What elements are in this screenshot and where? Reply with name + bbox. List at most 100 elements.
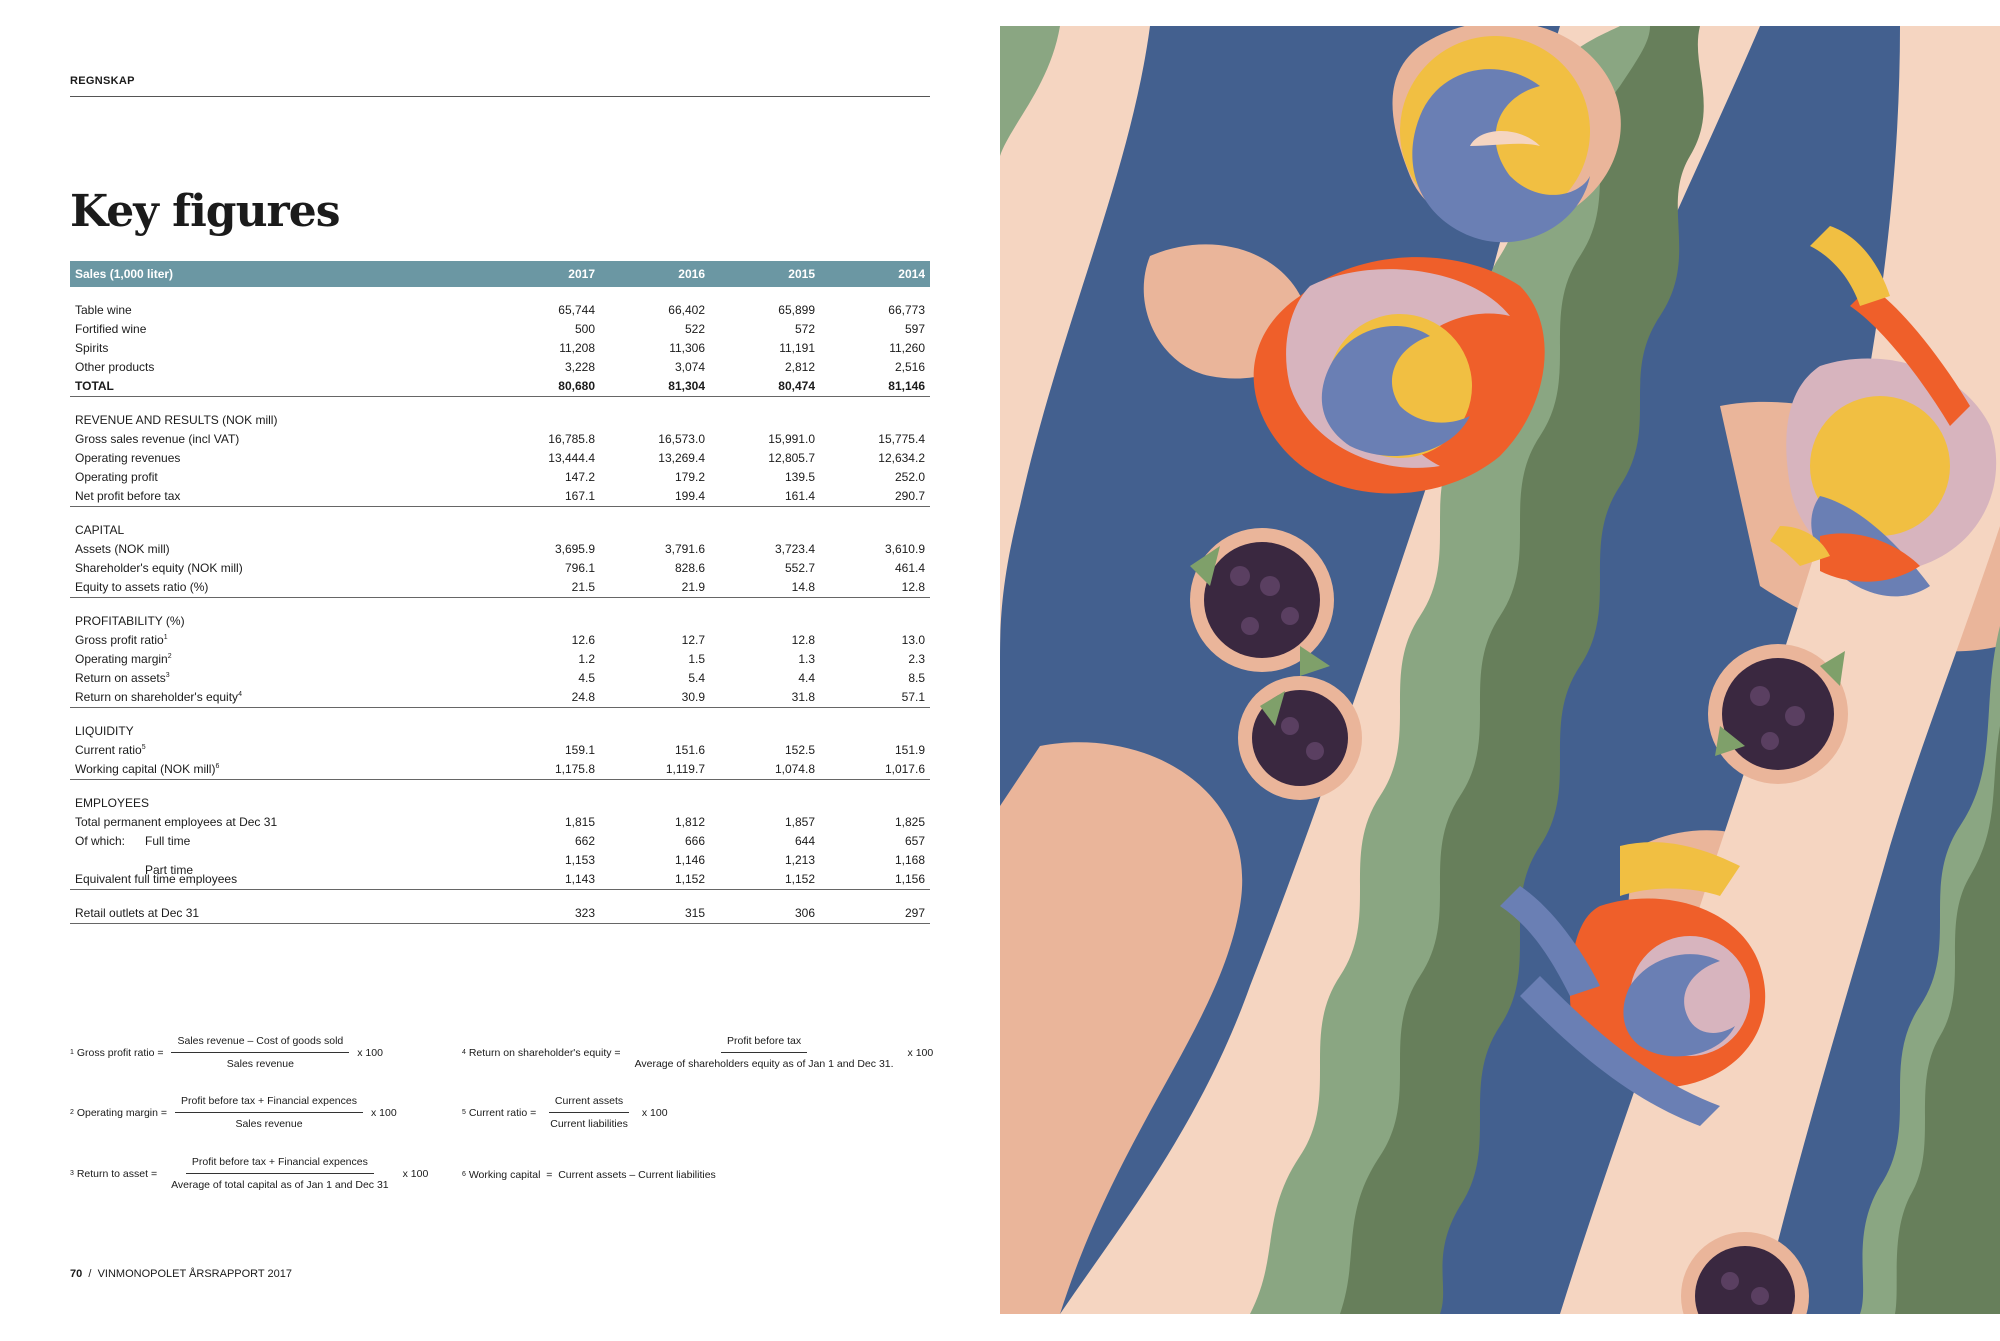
header-label: Sales (1,000 liter) xyxy=(70,261,490,287)
cell-value: 66,773 xyxy=(888,303,925,317)
cell-value: 2.3 xyxy=(908,652,925,666)
fraction: Sales revenue – Cost of goods sold Sales … xyxy=(171,1035,350,1070)
row-label-text: Of which: xyxy=(75,834,126,848)
cell-value: 3,074 xyxy=(674,360,705,374)
cell-value: 12.6 xyxy=(571,633,595,647)
cell-value: 252.0 xyxy=(894,470,925,484)
cell-value: 1,017.6 xyxy=(820,760,930,780)
row-label-text: Other products xyxy=(75,360,155,374)
cell-value: 21.5 xyxy=(490,578,600,598)
page-number: 70 xyxy=(70,1268,83,1280)
row-label-text: Table wine xyxy=(75,303,132,317)
cell-value: 3,723.4 xyxy=(774,542,815,556)
table-row: Return on shareholder's equity4 24.8 30.9 3… xyxy=(70,688,930,708)
cell-value: 4.4 xyxy=(798,671,815,685)
table-row: Net profit before tax 167.1 199.4 161.4 290.… xyxy=(70,487,930,507)
header-year: 2015 xyxy=(710,261,820,287)
grape-bowl-icon xyxy=(1708,644,1848,784)
cell-value: 1.2 xyxy=(578,652,595,666)
cell-value: 1,152 xyxy=(710,870,820,890)
illustration-svg xyxy=(1000,26,2000,1314)
row-label: Assets (NOK mill) xyxy=(70,540,490,559)
cell-value: 5.4 xyxy=(688,671,705,685)
cell-value: 4.5 xyxy=(578,671,595,685)
cell-value: 662 xyxy=(574,834,595,848)
left-page: REGNSKAP Key figures Sales (1,000 liter)… xyxy=(0,0,1000,1341)
numerator: Profit before tax + Financial expences xyxy=(175,1095,363,1113)
row-label-text: Operating revenues xyxy=(75,451,181,465)
table-row: Total permanent employees at Dec 31 1,815… xyxy=(70,813,930,832)
cell-value: 3,610.9 xyxy=(884,542,925,556)
row-sublabel: Part time xyxy=(145,862,194,877)
row-label: Table wine xyxy=(70,301,490,320)
row-label-text: TOTAL xyxy=(75,379,114,393)
table-row: Gross sales revenue (incl VAT) 16,785.8 16… xyxy=(70,430,930,449)
row-label: Gross sales revenue (incl VAT) xyxy=(70,430,490,449)
footnote-2: 2 Operating margin = Profit before tax +… xyxy=(70,1095,397,1130)
cell-value: 147.2 xyxy=(564,470,595,484)
section-heading-row: REVENUE AND RESULTS (NOK mill) xyxy=(70,411,930,430)
table-row: Gross profit ratio1 12.6 12.7 12.8 13.0 xyxy=(70,631,930,650)
cell-value: 14.8 xyxy=(710,578,820,598)
table-row: Operating revenues 13,444.4 13,269.4 12,805… xyxy=(70,449,930,468)
denominator: Current liabilities xyxy=(550,1118,628,1130)
cell-value: 11,208 xyxy=(559,341,595,355)
cell-value: 1,857 xyxy=(784,815,815,829)
cell-value: 12.8 xyxy=(791,633,815,647)
spacer-row xyxy=(70,397,930,412)
cell-value: 21.9 xyxy=(600,578,710,598)
cell-value: 1.5 xyxy=(688,652,705,666)
page-footer: 70 / VINMONOPOLET ÅRSRAPPORT 2017 xyxy=(70,1268,292,1280)
header-year: 2014 xyxy=(820,261,930,287)
spacer-row xyxy=(70,890,930,905)
row-label: Of which: Full time xyxy=(70,832,490,851)
cell-value: 572 xyxy=(794,322,815,336)
cell-value: 1,168 xyxy=(894,853,925,867)
spacer-row xyxy=(70,507,930,522)
formula-label: Gross profit ratio = xyxy=(76,1046,164,1059)
cell-value: 13.0 xyxy=(901,633,925,647)
formula-label: Return on shareholder's equity = xyxy=(468,1046,621,1059)
row-label: Fortified wine xyxy=(70,320,490,339)
cell-value: 16,573.0 xyxy=(658,432,705,446)
row-label-text: Operating profit xyxy=(75,470,158,484)
row-label: Other products xyxy=(70,358,490,377)
fraction: Profit before tax + Financial expences Av… xyxy=(165,1156,395,1191)
row-label: Return on shareholder's equity4 xyxy=(70,688,490,708)
cell-value: 24.8 xyxy=(490,688,600,708)
cell-value: 315 xyxy=(600,904,710,924)
table-header: Sales (1,000 liter) 2017 2016 2015 2014 xyxy=(70,261,930,287)
row-label: Gross profit ratio1 xyxy=(70,631,490,650)
numerator: Profit before tax xyxy=(720,1035,808,1053)
cell-value: 12.8 xyxy=(820,578,930,598)
spacer-cell xyxy=(70,780,930,795)
row-label-text: Gross sales revenue (incl VAT) xyxy=(75,432,240,446)
cell-value: 1,119.7 xyxy=(600,760,710,780)
table-row: Operating margin2 1.2 1.5 1.3 2.3 xyxy=(70,650,930,669)
cell-value: 11,191 xyxy=(779,341,815,355)
row-label-text: Total permanent employees at Dec 31 xyxy=(75,815,278,829)
cell-value: 1,825 xyxy=(894,815,925,829)
table-row: Equity to assets ratio (%) 21.5 21.9 14.8 12… xyxy=(70,578,930,598)
table-row: Fortified wine 500 522 572 597 xyxy=(70,320,930,339)
numerator: Profit before tax + Financial expences xyxy=(185,1156,374,1174)
row-label: Equivalent full time employees xyxy=(70,870,490,890)
cell-value: 15,775.4 xyxy=(878,432,925,446)
numerator: Sales revenue – Cost of goods sold xyxy=(171,1035,350,1053)
cell-value: 657 xyxy=(904,834,925,848)
row-label: Operating revenues xyxy=(70,449,490,468)
table-row: Return on assets3 4.5 5.4 4.4 8.5 xyxy=(70,669,930,688)
cell-value: 81,146 xyxy=(820,377,930,397)
footnote-3: 3 Return to asset = Profit before tax + … xyxy=(70,1156,429,1191)
footnote-1: 1 Gross profit ratio = Sales revenue – C… xyxy=(70,1035,383,1070)
cell-value: 644 xyxy=(794,834,815,848)
row-label: Current ratio5 xyxy=(70,741,490,760)
section-heading: REVENUE AND RESULTS (NOK mill) xyxy=(75,413,278,427)
cell-value: 66,402 xyxy=(668,303,705,317)
cell-value: 3,791.6 xyxy=(664,542,705,556)
cell-value: 1,812 xyxy=(674,815,705,829)
table-row: Table wine 65,744 66,402 65,899 66,773 xyxy=(70,301,930,320)
footer-separator: / xyxy=(88,1268,92,1280)
cell-value: 1,175.8 xyxy=(490,760,600,780)
row-label-text: Retail outlets at Dec 31 xyxy=(75,906,200,920)
